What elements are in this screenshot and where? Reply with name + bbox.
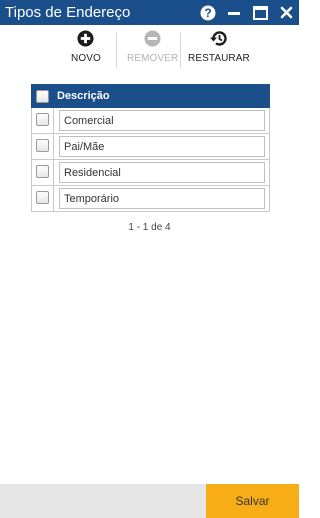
restore-button[interactable]: RESTAURAR [188,30,250,64]
address-types-grid: Descrição [31,84,270,212]
minimize-icon [228,11,240,15]
select-all-cell [31,89,53,103]
pagination-text: 1 - 1 de 4 [128,222,171,233]
row-check-cell [32,160,54,185]
row-checkbox[interactable] [36,113,49,126]
restore-button-label: RESTAURAR [188,53,250,64]
new-button-label: NOVO [71,53,101,64]
table-row [31,186,270,212]
maximize-button[interactable] [247,0,273,25]
window: Tipos de Endereço ? NOVO REMOVER RESTAUR… [0,0,299,518]
svg-text:?: ? [204,6,211,20]
footer-bar: Salvar [0,484,299,518]
row-check-cell [32,134,54,159]
description-input[interactable] [59,136,265,157]
title-bar: Tipos de Endereço ? [0,0,299,25]
row-input-cell [54,108,269,133]
table-row [31,160,270,186]
remove-circle-icon [144,30,161,47]
description-input[interactable] [59,188,265,209]
grid-header: Descrição [31,84,270,108]
new-button[interactable]: NOVO [71,30,101,64]
restore-icon [210,31,228,46]
description-input[interactable] [59,162,265,183]
table-row [31,134,270,160]
row-check-cell [32,186,54,211]
row-input-cell [54,134,269,159]
table-row [31,108,270,134]
window-title: Tipos de Endereço [5,4,131,21]
add-circle-icon [77,30,94,47]
remove-button-label: REMOVER [127,53,179,64]
help-button[interactable]: ? [195,0,221,25]
toolbar-divider [180,32,181,68]
select-all-checkbox[interactable] [35,89,49,103]
close-icon [280,6,292,19]
row-check-cell [32,108,54,133]
window-controls: ? [195,0,299,25]
row-checkbox[interactable] [36,191,49,204]
toolbar-divider [116,32,117,68]
help-icon: ? [200,5,216,20]
row-checkbox[interactable] [36,165,49,178]
row-input-cell [54,160,269,185]
maximize-icon [252,5,268,20]
save-button[interactable]: Salvar [206,484,299,518]
toolbar: NOVO REMOVER RESTAURAR [0,28,299,72]
column-header-description[interactable]: Descrição [53,90,110,102]
minimize-button[interactable] [221,0,247,25]
row-checkbox[interactable] [36,139,49,152]
description-input[interactable] [59,110,265,131]
remove-button[interactable]: REMOVER [127,30,178,64]
close-button[interactable] [273,0,299,25]
row-input-cell [54,186,269,211]
